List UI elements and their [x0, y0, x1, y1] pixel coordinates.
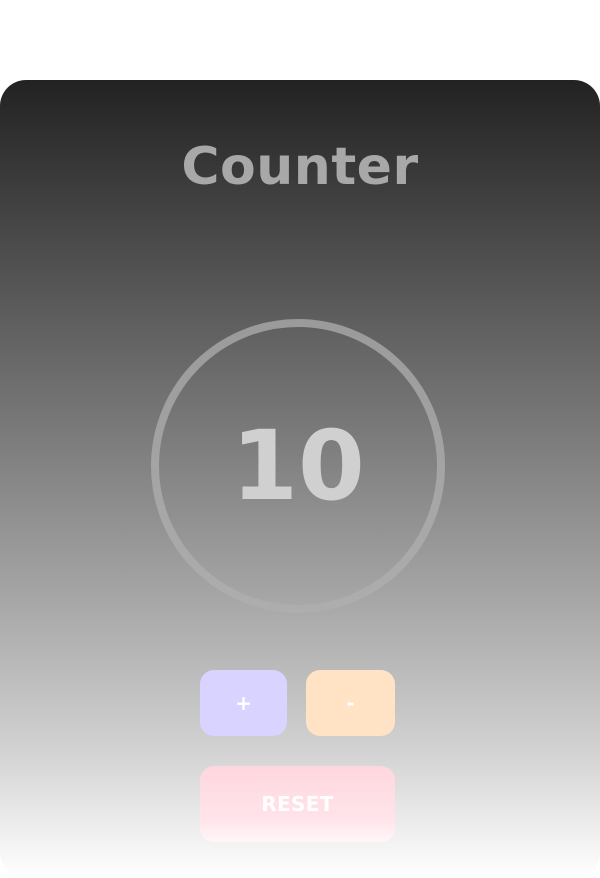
decrement-button[interactable]: - [306, 670, 395, 736]
counter-card: Counter 10 + - RESET [0, 80, 600, 878]
increment-button[interactable]: + [200, 670, 287, 736]
counter-value: 10 [231, 410, 365, 522]
reset-button[interactable]: RESET [200, 766, 395, 842]
page-title: Counter [181, 137, 419, 197]
